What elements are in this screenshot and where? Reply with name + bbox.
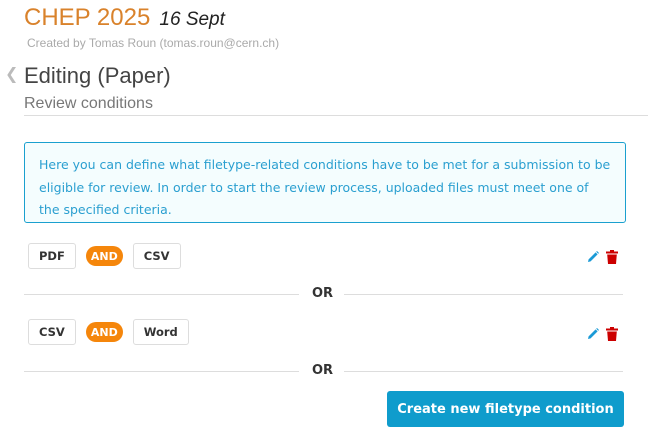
page-subtitle: Review conditions (24, 95, 153, 112)
filetype-chip: CSV (132, 243, 181, 269)
filetype-chip: PDF (28, 243, 76, 269)
condition-actions (586, 327, 618, 341)
or-separator: OR (24, 363, 623, 379)
page-title: Editing (Paper) (24, 63, 171, 88)
event-creator: Created by Tomas Roun (tomas.roun@cern.c… (27, 36, 280, 50)
condition-actions (586, 250, 618, 264)
trash-icon[interactable] (606, 250, 618, 264)
condition-row: CSV AND Word (28, 318, 189, 346)
or-label: OR (312, 363, 334, 378)
event-name: CHEP 2025 (24, 4, 151, 31)
trash-icon[interactable] (606, 327, 618, 341)
info-message: Here you can define what filetype-relate… (24, 142, 626, 223)
and-badge: AND (85, 246, 123, 266)
or-separator: OR (24, 286, 623, 302)
and-badge: AND (85, 322, 123, 342)
condition-row: PDF AND CSV (28, 242, 181, 270)
event-title: CHEP 2025 16 Sept (24, 4, 225, 32)
pencil-icon[interactable] (586, 250, 600, 264)
filetype-chip: CSV (28, 319, 76, 345)
event-date: 16 Sept (159, 9, 225, 30)
or-label: OR (312, 286, 334, 301)
pencil-icon[interactable] (586, 327, 600, 341)
chevron-left-icon[interactable]: ❮ (5, 64, 18, 83)
divider (24, 115, 648, 116)
create-filetype-condition-button[interactable]: Create new filetype condition (387, 391, 624, 427)
filetype-chip: Word (132, 319, 189, 345)
